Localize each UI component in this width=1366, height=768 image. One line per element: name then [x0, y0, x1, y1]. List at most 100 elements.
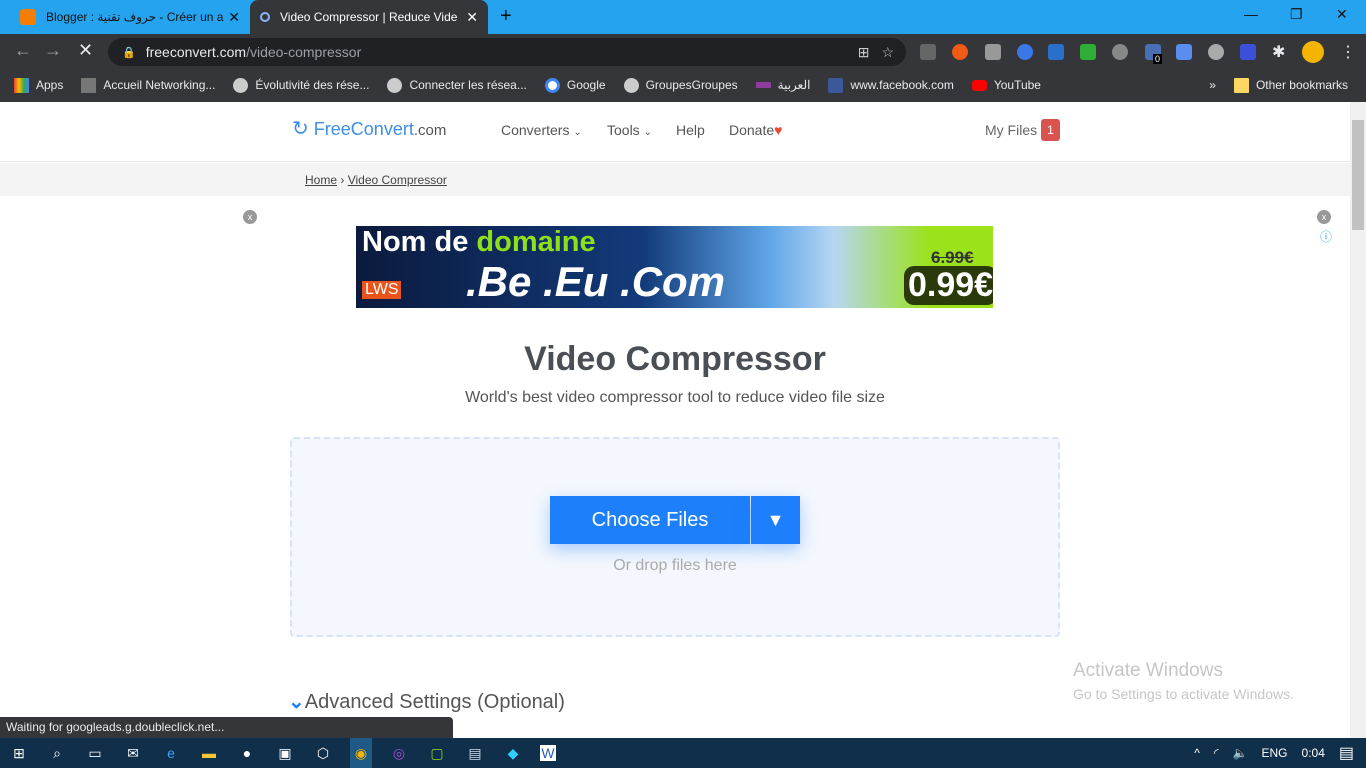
download-extension-icon[interactable]	[920, 44, 936, 60]
back-button[interactable]: ←	[14, 40, 32, 61]
thunderbird-icon[interactable]: ●	[236, 745, 258, 761]
ad-banner[interactable]: Nom de domaine LWS .Be .Eu .Com 6.99€ 0.…	[356, 226, 993, 308]
bookmark-item[interactable]: www.facebook.com	[828, 77, 954, 93]
choose-files-button[interactable]: Choose Files	[550, 496, 750, 544]
file-explorer-icon[interactable]: ▬	[198, 745, 220, 761]
question-extension-icon[interactable]	[1080, 44, 1096, 60]
bookmark-item[interactable]: Évolutivité des rése...	[233, 77, 369, 93]
watermark-subtitle: Go to Settings to activate Windows.	[1073, 686, 1294, 702]
translate-icon[interactable]: ⊞	[858, 44, 870, 61]
stop-loading-button[interactable]: ✕	[78, 40, 93, 61]
breadcrumb-separator-icon: ›	[340, 173, 345, 187]
language-indicator[interactable]: ENG	[1262, 746, 1288, 760]
nav-converters[interactable]: Converters ⌄	[501, 122, 582, 138]
tb-extension-icon[interactable]	[985, 44, 1001, 60]
bookmark-item[interactable]: Google	[544, 77, 606, 93]
extensions-puzzle-icon[interactable]: ✱	[1272, 42, 1285, 62]
volume-icon[interactable]: 🔈	[1233, 746, 1248, 760]
arabic-icon	[755, 82, 771, 88]
bookmark-item[interactable]: العربية	[755, 78, 811, 92]
chevron-down-icon: ⌄	[288, 691, 305, 713]
system-tray: ^ ◜ 🔈 ENG 0:04 ▤	[1194, 738, 1354, 768]
site-logo[interactable]: ↻ FreeConvert.com	[292, 116, 446, 141]
tab-title: Video Compressor | Reduce Vide	[280, 10, 458, 24]
clock[interactable]: 0:04	[1302, 746, 1325, 760]
profile-avatar[interactable]	[1302, 41, 1324, 63]
ad-info-icon[interactable]: ⓘ	[1320, 228, 1332, 245]
lock-icon: 🔒	[122, 46, 136, 59]
ad-brand-logo: LWS	[362, 281, 402, 299]
nav-tools[interactable]: Tools ⌄	[607, 122, 652, 138]
bookmark-apps[interactable]: Apps	[14, 77, 63, 93]
wifi-icon[interactable]: ◜	[1214, 746, 1219, 760]
ad-close-left-button[interactable]: x	[243, 210, 257, 224]
bookmark-star-icon[interactable]: ☆	[881, 44, 894, 61]
notifications-icon[interactable]: ▤	[1339, 743, 1354, 763]
close-window-button[interactable]: ✕	[1336, 6, 1348, 23]
new-tab-button[interactable]: +	[500, 5, 512, 28]
menu-kebab-icon[interactable]: ⋮	[1340, 42, 1356, 62]
bookmark-item[interactable]: Connecter les résea...	[387, 77, 527, 93]
bookmark-item[interactable]: YouTube	[971, 78, 1041, 92]
my-files-link[interactable]: My Files	[985, 122, 1037, 138]
google-icon	[544, 77, 560, 93]
nav-help[interactable]: Help	[676, 122, 705, 138]
ad-text: .Be .Eu .Com	[466, 258, 726, 305]
wrench-extension-icon[interactable]	[1017, 44, 1033, 60]
notepad-icon[interactable]: ▤	[464, 745, 486, 761]
close-tab-icon[interactable]: ✕	[466, 9, 478, 26]
choose-source-dropdown-button[interactable]: ▼	[751, 496, 800, 544]
close-tab-icon[interactable]: ✕	[228, 9, 240, 26]
tab-blogger[interactable]: Blogger : حروف تقنية - Créer un a ✕	[10, 0, 250, 34]
store-icon[interactable]: ▣	[274, 745, 296, 761]
forward-button[interactable]: →	[44, 40, 62, 61]
word-icon[interactable]: W	[540, 745, 556, 761]
breadcrumb-video-compressor[interactable]: Video Compressor	[348, 173, 447, 187]
scrollbar-thumb[interactable]	[1352, 120, 1364, 230]
restore-button[interactable]: ❐	[1290, 6, 1303, 23]
tab-extension-icon[interactable]	[1176, 44, 1192, 60]
tab-video-compressor[interactable]: Video Compressor | Reduce Vide ✕	[250, 0, 488, 34]
address-bar[interactable]: 🔒 freeconvert.com/video-compressor ⊞ ☆	[108, 38, 906, 66]
edge-icon[interactable]: e	[160, 745, 182, 761]
mail-icon[interactable]: ✉	[122, 745, 144, 761]
cisco-icon	[81, 77, 97, 93]
ad-close-right-button[interactable]: x	[1317, 210, 1331, 224]
apps-grid-icon	[14, 77, 29, 93]
globe-icon	[233, 77, 249, 93]
chrome-icon[interactable]: ◉	[350, 738, 372, 768]
bookmark-item[interactable]: Accueil Networking...	[81, 77, 215, 93]
tab-title: Blogger : حروف تقنية - Créer un a	[46, 10, 224, 24]
minimize-button[interactable]: —	[1244, 6, 1258, 22]
bookmark-item[interactable]: GroupesGroupes	[623, 77, 738, 93]
url-path: /video-compressor	[246, 44, 362, 60]
fire-extension-icon[interactable]	[952, 44, 968, 60]
k-extension-icon[interactable]	[1208, 44, 1224, 60]
bookmarks-bar: Apps Accueil Networking... Évolutivité d…	[0, 68, 1366, 102]
virtualbox-icon[interactable]: ⬡	[312, 745, 334, 761]
breadcrumb-home[interactable]: Home	[305, 173, 337, 187]
other-bookmarks[interactable]: Other bookmarks	[1233, 77, 1348, 93]
bookmark-label: العربية	[777, 78, 811, 92]
extension-badge: 0	[1153, 54, 1163, 64]
drop-hint: Or drop files here	[613, 557, 737, 574]
windows-start-icon[interactable]: ⊞	[8, 745, 30, 761]
more-bookmarks-chevron-icon[interactable]: »	[1209, 78, 1216, 92]
piggy-extension-icon[interactable]	[1112, 44, 1128, 60]
app-icon[interactable]: ◆	[502, 745, 524, 761]
sigma-extension-icon[interactable]	[1240, 44, 1256, 60]
chevron-down-icon: ⌄	[573, 127, 582, 138]
nav-donate[interactable]: Donate♥	[729, 122, 782, 138]
chevron-down-icon: ⌄	[643, 127, 652, 138]
a-extension-icon[interactable]	[1048, 44, 1064, 60]
tor-icon[interactable]: ◎	[388, 745, 410, 761]
my-files-count-badge: 1	[1041, 119, 1060, 141]
task-view-icon[interactable]: ▭	[84, 745, 106, 761]
search-icon[interactable]: ⌕	[46, 745, 68, 761]
logo-text: FreeConvert	[313, 119, 414, 139]
logo-suffix: .com	[413, 122, 447, 139]
blogger-icon	[20, 9, 36, 25]
camtasia-icon[interactable]: ▢	[426, 745, 448, 761]
advanced-settings-toggle[interactable]: ⌄Advanced Settings (Optional)	[288, 689, 565, 714]
tray-chevron-up-icon[interactable]: ^	[1194, 746, 1200, 760]
